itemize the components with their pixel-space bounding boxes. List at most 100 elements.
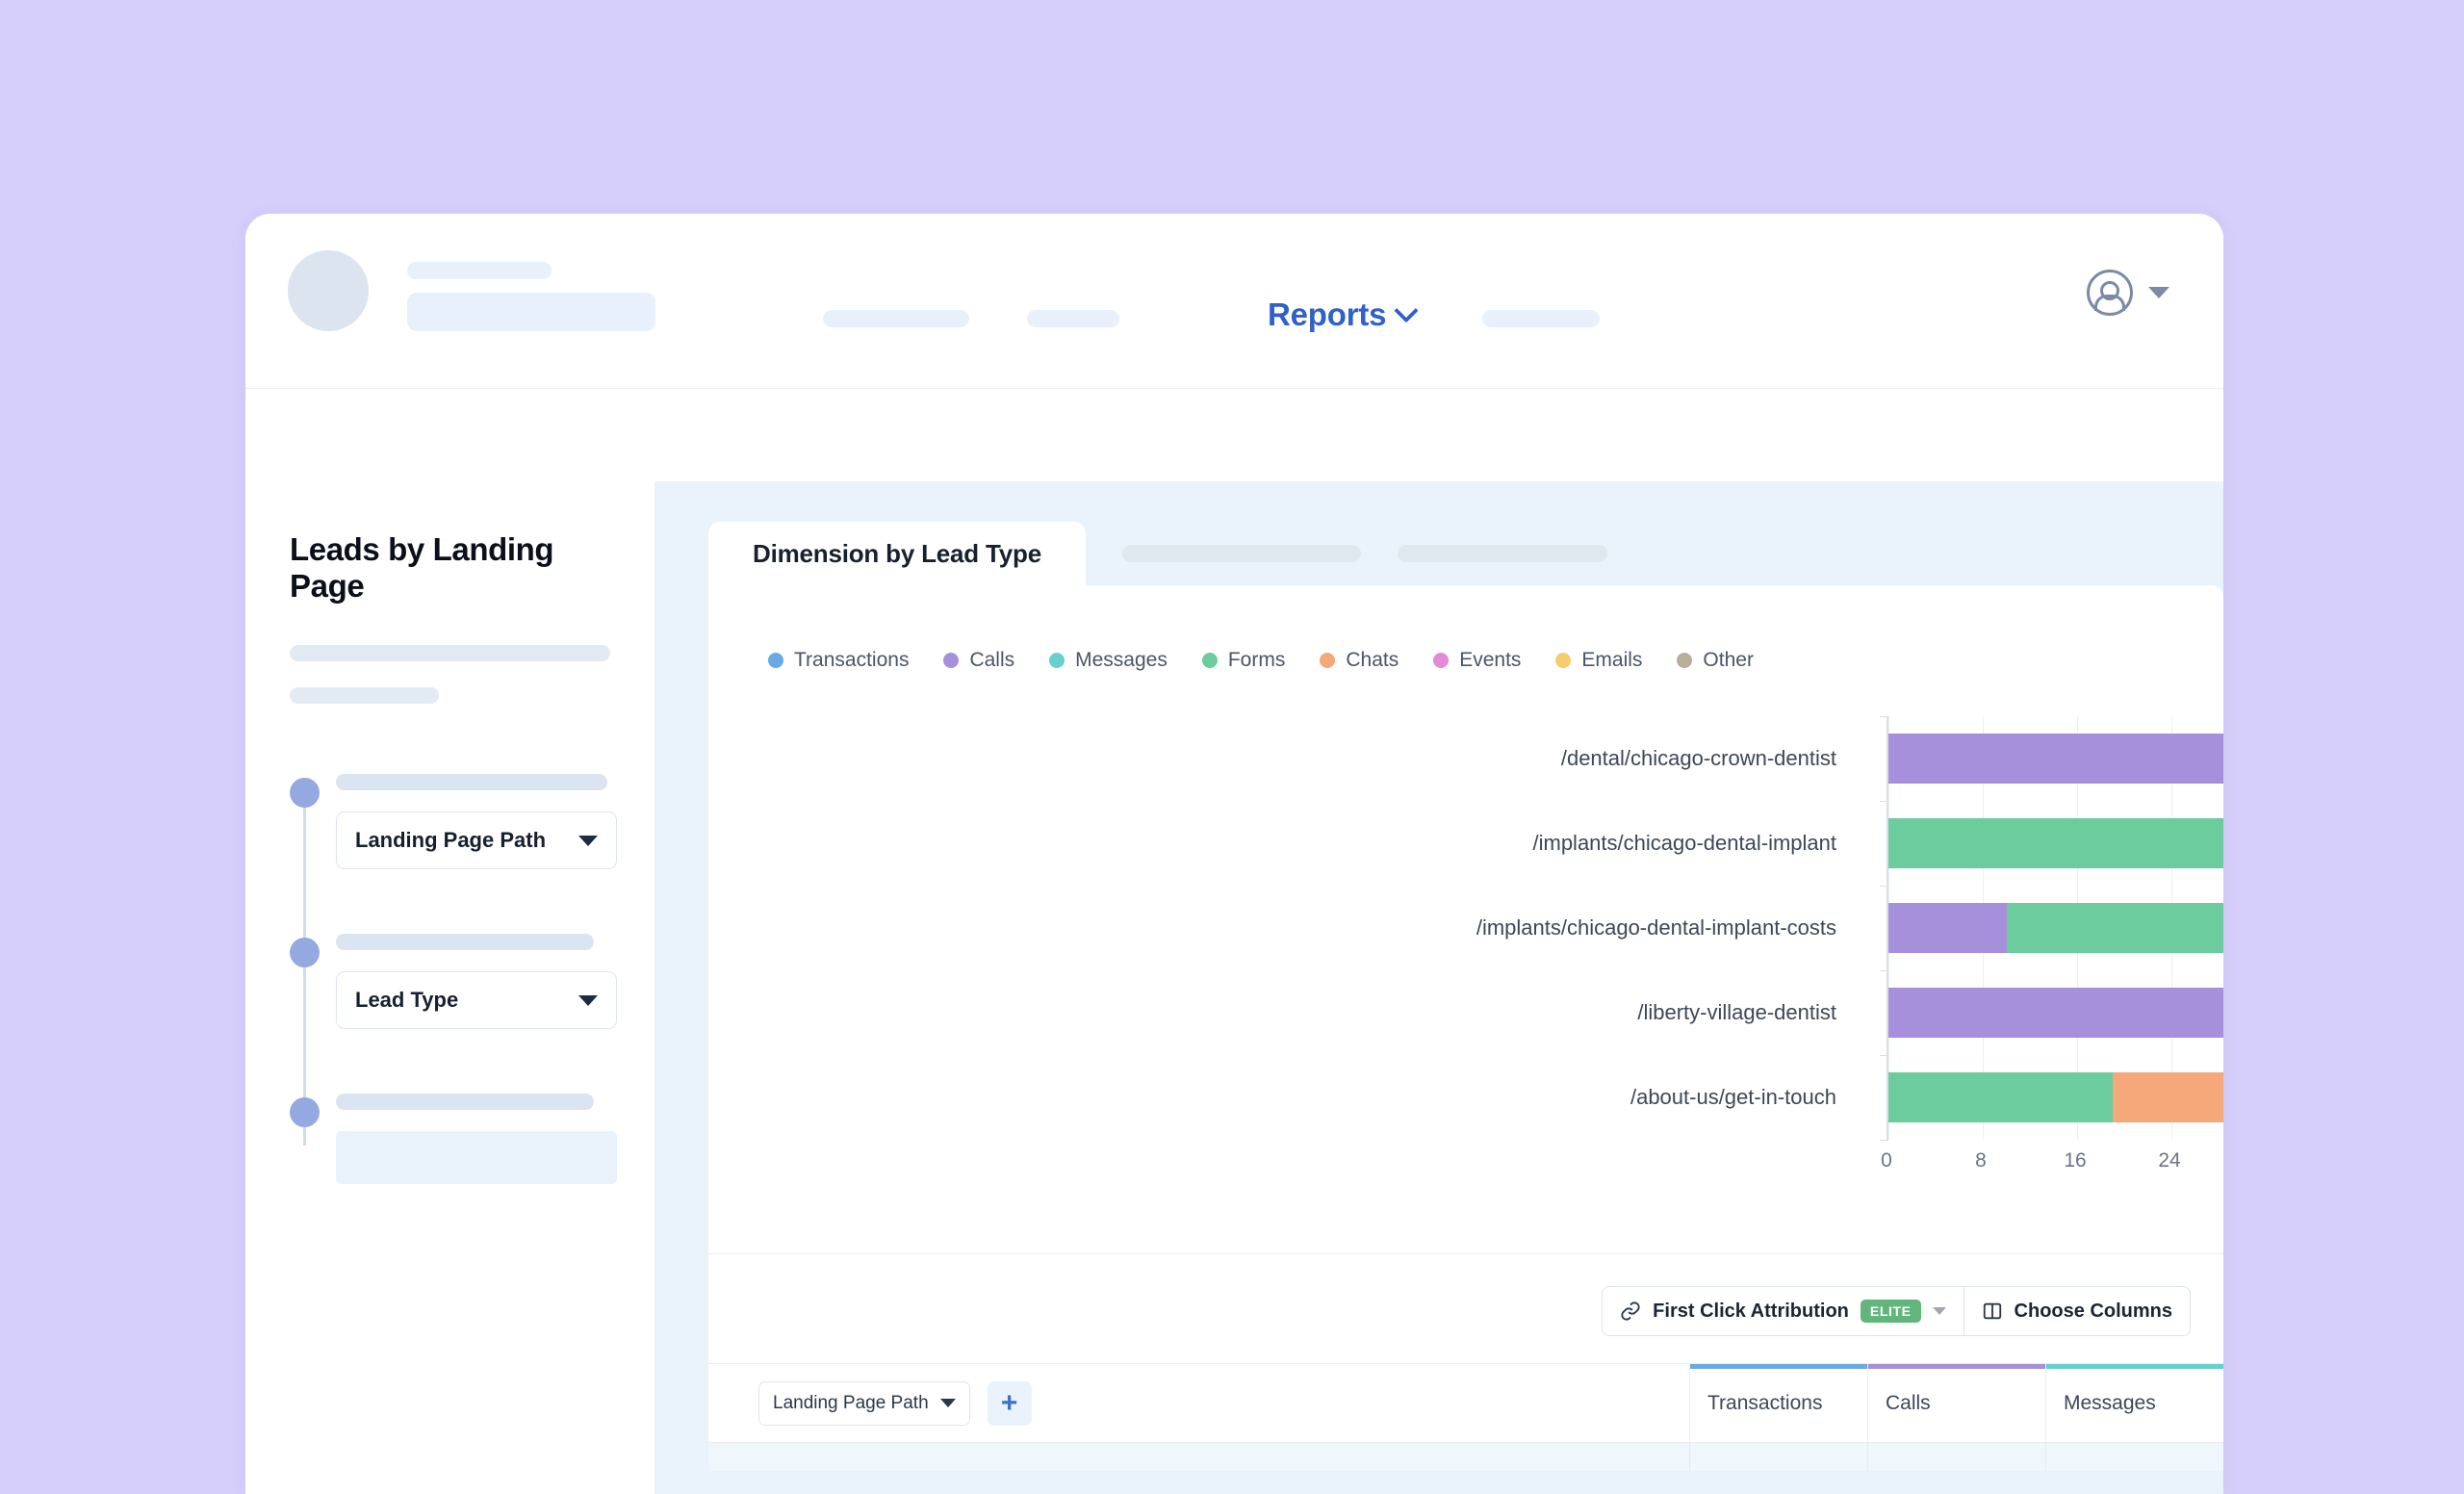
chart-bar[interactable] [1888,1072,2223,1122]
step-3-input-placeholder[interactable] [336,1131,617,1184]
legend-item-emails[interactable]: Emails [1555,649,1642,672]
legend-swatch-icon [1320,653,1336,668]
legend-swatch-icon [1049,653,1065,668]
dimension-chip[interactable]: Landing Page Path [758,1380,970,1426]
column-header-messages[interactable]: Messages [2045,1364,2223,1442]
legend-item-events[interactable]: Events [1433,649,1521,672]
plus-icon: + [1000,1386,1018,1419]
column-accent-bar [1690,1364,1867,1369]
panel-divider [708,1253,2223,1254]
legend-swatch-icon [1201,653,1218,668]
report-toolbar: First Click Attribution ELITE Choose Col… [1602,1286,2191,1336]
add-dimension-button[interactable]: + [987,1380,1032,1426]
chart-bar[interactable] [1888,818,2223,868]
chart-bar-segment-calls[interactable] [1888,734,2223,784]
y-axis-tick [1880,716,1888,717]
legend-item-forms[interactable]: Forms [1201,649,1285,672]
tab-placeholder-2[interactable] [1397,545,1607,562]
totals-messages: 0 [2045,1443,2223,1471]
legend-item-chats[interactable]: Chats [1320,649,1399,672]
dimension-header-cell: Landing Page Path + [708,1364,1689,1442]
nav-placeholder-5 [1482,310,1600,327]
dimension-chip-label: Landing Page Path [773,1392,929,1413]
choose-columns-button[interactable]: Choose Columns [1964,1287,2190,1335]
totals-label: Totals [708,1443,1689,1471]
legend-label: Transactions [794,649,910,671]
main-content: Dimension by Lead Type Transactions Calls… [654,481,2223,1494]
attribution-label: First Click Attribution [1653,1300,1849,1322]
chart-bar[interactable] [1888,734,2223,784]
dimension-select-value: Landing Page Path [355,828,547,852]
step-spacer [290,1029,610,1094]
chart-bar-segment-forms[interactable] [2006,903,2223,953]
column-header-transactions[interactable]: Transactions [1689,1364,1867,1442]
chart-x-axis: 08162432404856647280 [1881,1149,2223,1188]
totals-transactions: 0 [1689,1443,1867,1471]
stacked-bar-chart: /dental/chicago-crown-dentist/implants/c… [708,716,2223,1172]
nav-item-reports[interactable]: Reports [1268,296,1420,333]
columns-icon [1983,1302,2001,1320]
legend-item-messages[interactable]: Messages [1049,649,1168,672]
nav-reports-label: Reports [1268,296,1387,332]
choose-columns-label: Choose Columns [2014,1300,2172,1322]
chart-category-label: /dental/chicago-crown-dentist [1560,746,1836,770]
user-circle-icon [2087,270,2133,316]
nav-placeholder-2 [407,293,655,331]
chevron-down-icon [578,994,598,1006]
tab-dimension-by-lead-type[interactable]: Dimension by Lead Type [708,522,1086,585]
table-totals-row: Totals 0 180 0 [708,1443,2223,1471]
chart-plot-area [1880,716,2223,1141]
elite-badge: ELITE [1860,1300,1921,1323]
chart-bar[interactable] [1888,988,2223,1038]
report-table: Landing Page Path + Transactions Calls M… [708,1363,2223,1471]
chevron-down-icon [939,1399,956,1407]
legend-label: Messages [1075,649,1168,671]
table-header-row: Landing Page Path + Transactions Calls M… [708,1364,2223,1443]
chart-bar[interactable] [1888,903,2223,953]
lead-type-select[interactable]: Lead Type [336,971,617,1029]
tab-placeholder-1[interactable] [1121,545,1361,562]
column-header-calls[interactable]: Calls [1867,1364,2045,1442]
dimension-select[interactable]: Landing Page Path [336,811,617,869]
report-builder-steps: Landing Page Path Lead Type [290,774,617,1184]
x-axis-tick-label: 16 [2064,1149,2087,1172]
chart-category-label: /about-us/get-in-touch [1630,1085,1836,1109]
step-2-label-placeholder [336,934,594,950]
chart-bar-segment-forms[interactable] [1888,818,2223,868]
step-spacer [290,869,610,934]
chevron-down-icon [1394,298,1420,323]
chart-bar-segment-chats[interactable] [2112,1072,2223,1122]
step-3 [290,1094,617,1184]
column-accent-bar [1868,1364,2045,1369]
legend-item-other[interactable]: Other [1677,649,1754,672]
legend-swatch-icon [1555,653,1572,668]
first-click-attribution-button[interactable]: First Click Attribution ELITE [1603,1287,1963,1335]
tab-bar: Dimension by Lead Type [708,522,2223,585]
chart-category-label: /implants/chicago-dental-implant [1532,831,1837,855]
account-menu[interactable] [2087,270,2169,316]
nav-placeholder-3 [823,310,969,327]
legend-label: Events [1459,649,1522,671]
y-axis-tick [1880,1055,1888,1056]
sidebar-placeholder-1 [290,645,610,661]
chevron-down-icon [1932,1307,1946,1315]
chart-bar-segment-forms[interactable] [1888,1072,2113,1122]
legend-label: Chats [1346,649,1399,671]
x-axis-tick-label: 8 [1975,1149,1987,1172]
chart-bar-segment-calls[interactable] [1888,903,2007,953]
step-3-label-placeholder [336,1094,594,1110]
step-dot-icon [290,1097,320,1127]
chart-bar-segment-calls[interactable] [1888,988,2223,1038]
totals-calls: 180 [1867,1443,2045,1471]
sidebar: Leads by Landing Page Landing Page Path [245,481,654,1494]
legend-swatch-icon [768,653,783,668]
x-axis-tick-label: 0 [1881,1149,1892,1172]
legend-item-transactions[interactable]: Transactions [768,649,909,672]
app-window: Reports Leads by Landing Page Landing Pa… [245,214,2223,1494]
legend-item-calls[interactable]: Calls [943,649,1014,672]
column-accent-bar [2046,1364,2223,1369]
nav-placeholder-4 [1027,310,1119,327]
step-dot-icon [290,778,320,808]
chart-category-label: /implants/chicago-dental-implant-costs [1476,915,1836,940]
sidebar-placeholder-2 [290,687,439,704]
